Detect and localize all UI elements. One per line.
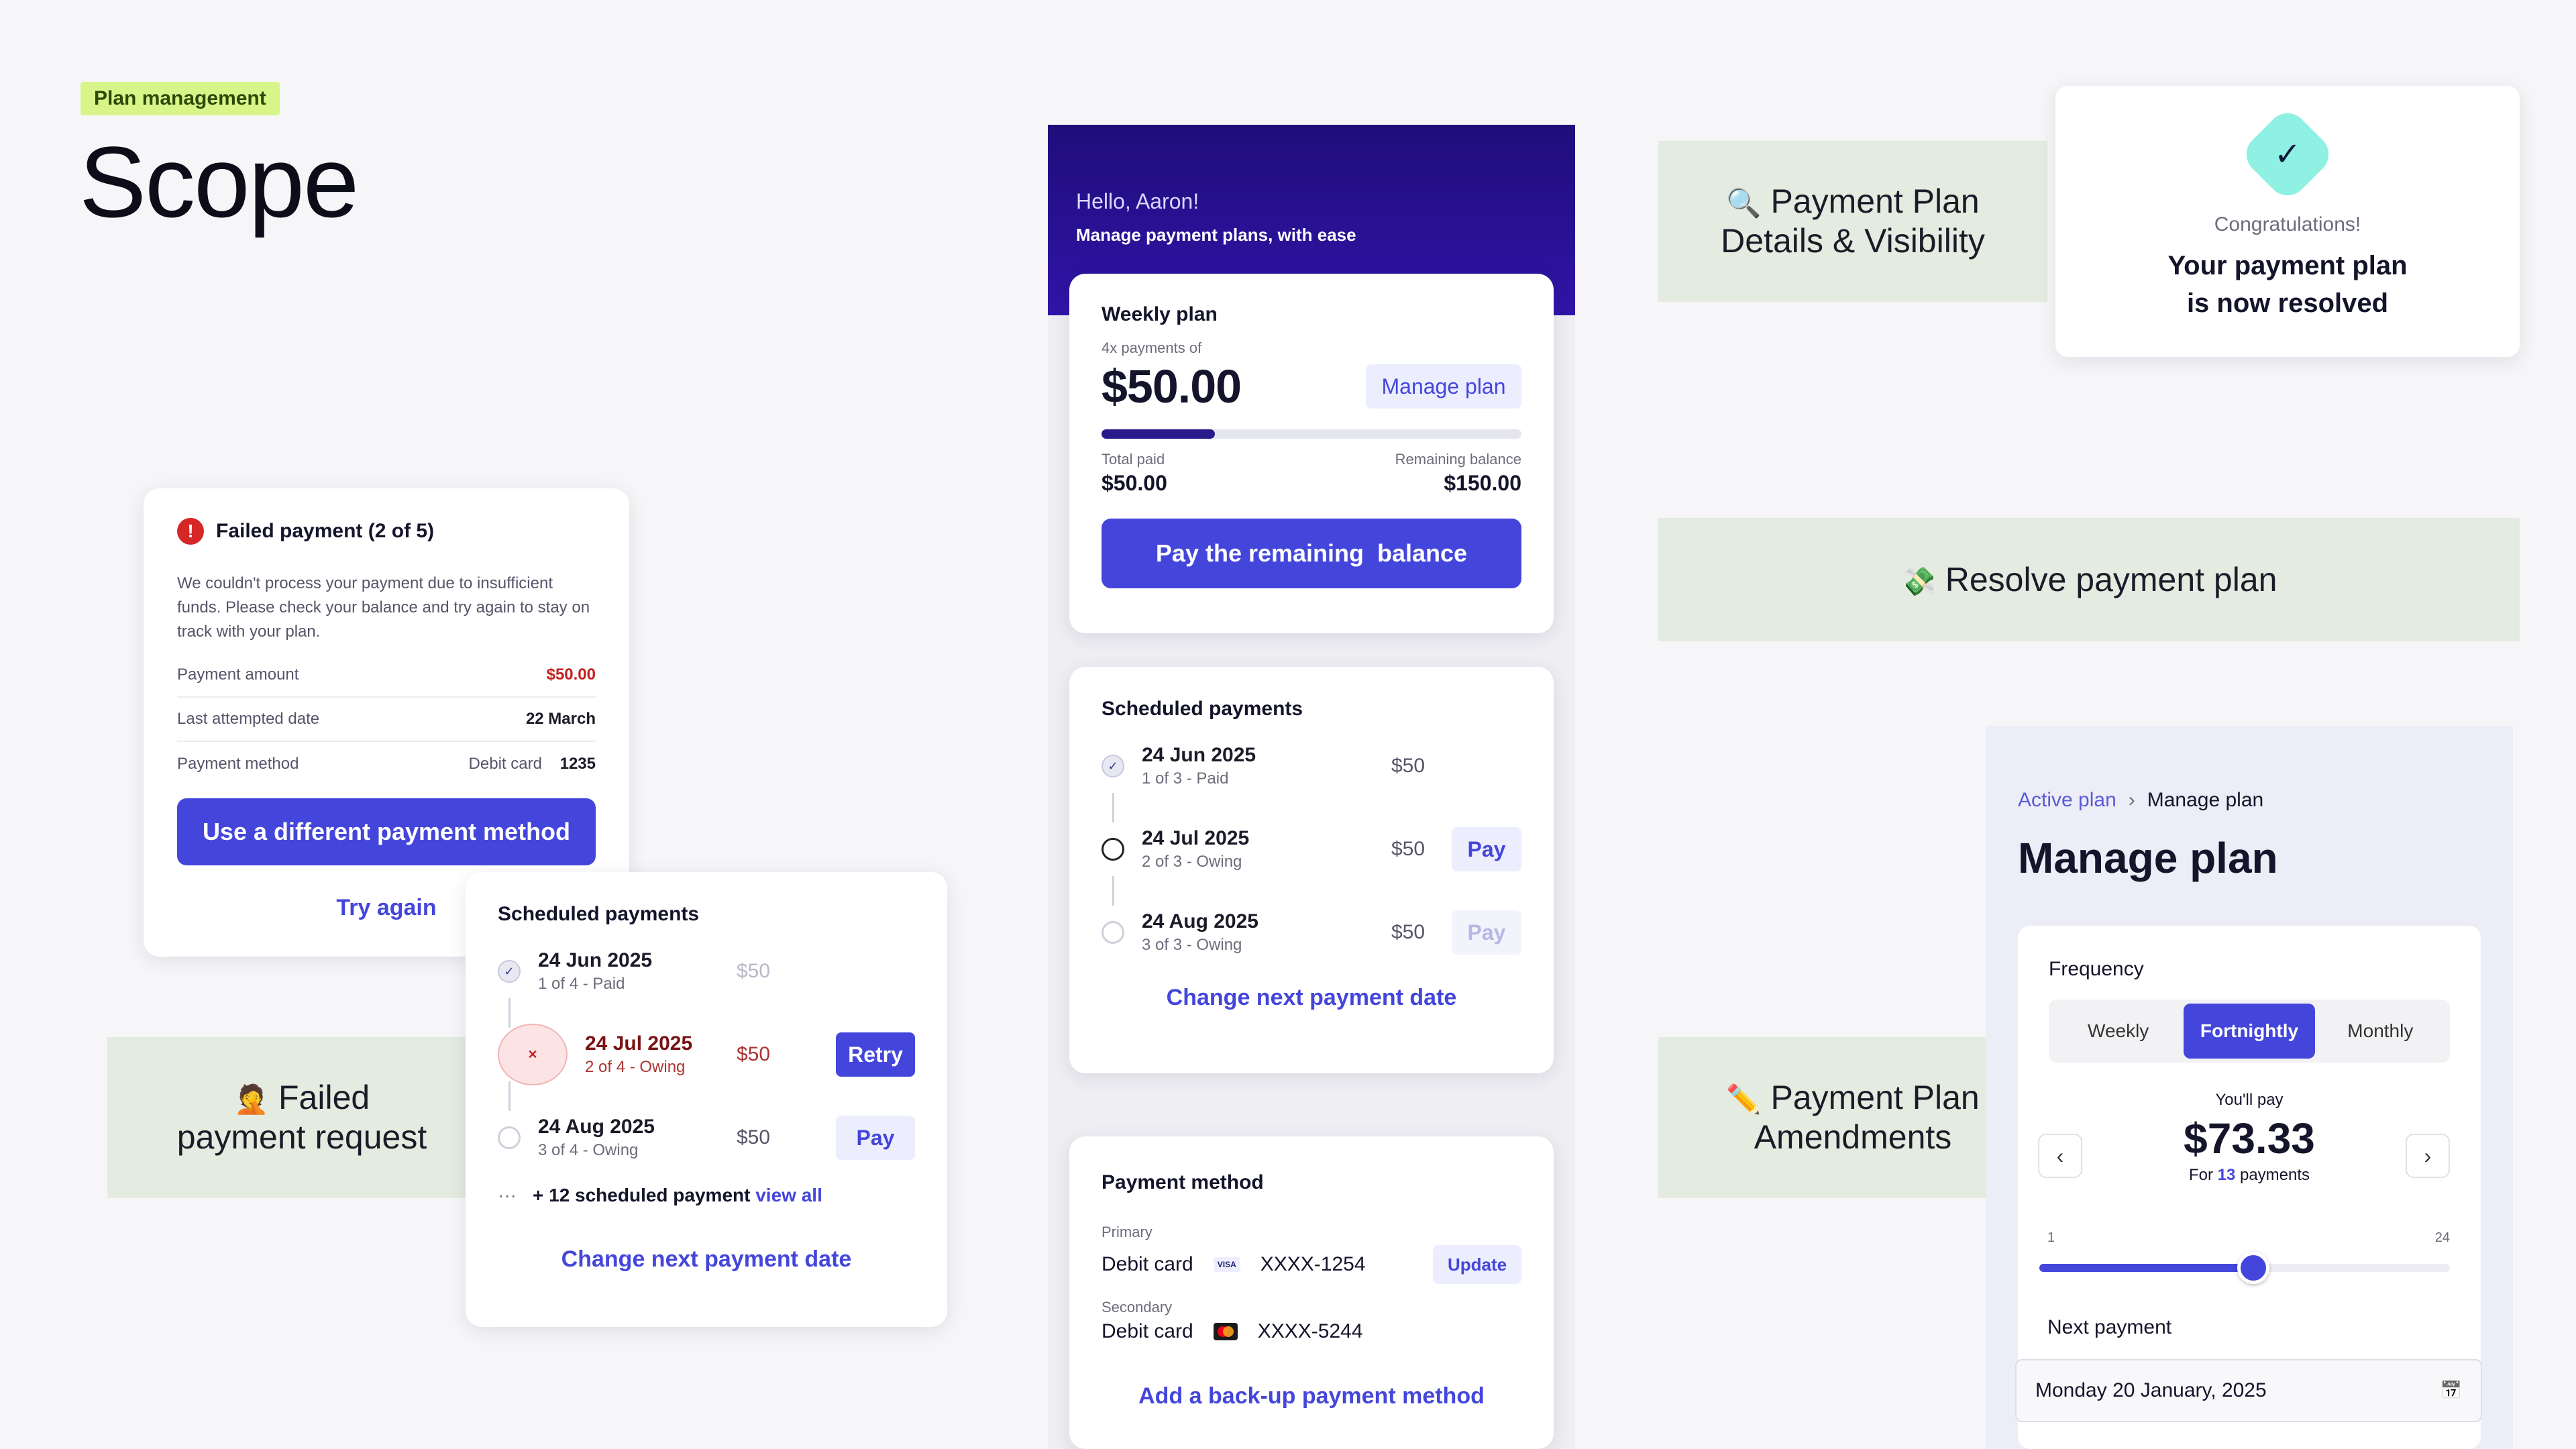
facepalm-icon: 🤦 <box>233 1083 270 1116</box>
label-payment-plan-details: 🔍 Payment Plan Details & Visibility <box>1658 141 2047 302</box>
magnifier-icon: 🔍 <box>1726 186 1762 219</box>
check-icon: ✓ <box>1102 755 1124 777</box>
failed-payment-title: Failed payment (2 of 5) <box>216 520 435 542</box>
change-next-payment-link[interactable]: Change next payment date <box>1167 985 1457 1010</box>
option-fortnightly[interactable]: Fortnightly <box>2184 1004 2315 1059</box>
money-wings-icon: 💸 <box>1900 564 1936 598</box>
manage-plan-title: Manage plan <box>2018 834 2278 882</box>
scheduled-payments-title: Scheduled payments <box>498 903 700 925</box>
pay-amount: $73.33 <box>2184 1114 2315 1163</box>
pay-button[interactable]: Pay <box>1452 827 1521 871</box>
timeline-connector <box>1112 876 1114 906</box>
more-dots-icon: ··· <box>498 1185 517 1205</box>
check-icon: ✓ <box>2273 136 2302 173</box>
view-all-link[interactable]: view all <box>755 1185 822 1205</box>
error-icon: ! <box>177 518 204 545</box>
failed-payment-header: ! Failed payment (2 of 5) <box>177 518 596 545</box>
success-badge: ✓ <box>2238 105 2337 204</box>
circle-icon <box>1102 838 1124 861</box>
chevron-right-icon: › <box>2128 789 2135 811</box>
calendar-icon: 📅 <box>2440 1381 2462 1401</box>
payment-row-failed: ✕ 24 Jul 2025 2 of 4 - Owing $50 Retry <box>498 1024 915 1085</box>
timeline-connector <box>508 998 511 1028</box>
update-button[interactable]: Update <box>1433 1245 1521 1284</box>
payment-row-owing: 24 Jul 2025 2 of 3 - Owing $50 Pay <box>1102 822 1521 876</box>
progress-fill <box>1102 429 1216 439</box>
change-next-payment-link[interactable]: Change next payment date <box>561 1246 852 1272</box>
slider-fill <box>2039 1264 2254 1272</box>
cross-icon: ✕ <box>498 1024 568 1085</box>
chevron-right-icon[interactable]: › <box>2406 1134 2450 1178</box>
last-attempted-row: Last attempted date 22 March <box>177 698 596 742</box>
option-weekly[interactable]: Weekly <box>2053 1004 2184 1059</box>
congrats-message: Your payment plan is now resolved <box>2167 251 2408 318</box>
visa-icon: VISA <box>1213 1257 1240 1272</box>
payment-amount-row: Payment amount $50.00 <box>177 653 596 698</box>
timeline-connector <box>508 1081 511 1111</box>
congrats-card: ✓ Congratulations! Your payment plan is … <box>2055 86 2520 357</box>
use-different-method-button[interactable]: Use a different payment method <box>177 798 596 865</box>
chevron-left-icon[interactable]: ‹ <box>2038 1134 2082 1178</box>
scheduled-payments-card: Scheduled payments ✓ 24 Jun 2025 1 of 3 -… <box>1069 667 1554 1073</box>
greeting: Hello, Aaron! <box>1076 189 1199 213</box>
payment-amount-value: $50.00 <box>546 665 596 684</box>
retry-button[interactable]: Retry <box>836 1032 915 1077</box>
circle-icon <box>1102 921 1124 944</box>
timeline-connector <box>1112 793 1114 822</box>
payment-row-paid: ✓ 24 Jun 2025 1 of 3 - Paid $50 <box>1102 739 1521 793</box>
section-tag: Plan management <box>80 82 280 115</box>
pay-button-disabled[interactable]: Pay <box>1452 910 1521 955</box>
try-again-link[interactable]: Try again <box>336 895 436 920</box>
option-monthly[interactable]: Monthly <box>2315 1004 2446 1059</box>
payment-row-paid: ✓ 24 Jun 2025 1 of 4 - Paid $50 <box>498 945 915 998</box>
payments-slider[interactable] <box>2039 1252 2450 1284</box>
payment-row-owing: 24 Aug 2025 3 of 3 - Owing $50 Pay <box>1102 906 1521 959</box>
payment-method-row: Payment method Debit card 1235 <box>177 755 596 773</box>
scheduled-payments-card-failed: Scheduled payments ✓ 24 Jun 2025 1 of 4 -… <box>466 872 947 1327</box>
pay-remaining-balance-button[interactable]: Pay the remaining balance <box>1102 519 1521 588</box>
pay-button[interactable]: Pay <box>836 1116 915 1160</box>
pencil-icon: ✏️ <box>1726 1083 1762 1116</box>
page-title: Scope <box>79 125 359 238</box>
payment-row-owing: 24 Aug 2025 3 of 4 - Owing $50 Pay <box>498 1111 915 1165</box>
breadcrumb-active-plan[interactable]: Active plan <box>2018 789 2116 812</box>
frequency-segmented-control: Weekly Fortnightly Monthly <box>2049 1000 2450 1063</box>
plan-amount: $50.00 <box>1102 360 1242 413</box>
tagline: Manage payment plans, with ease <box>1076 225 1356 245</box>
manage-plan-panel: Active plan › Manage plan Manage plan Fr… <box>1986 726 2513 1449</box>
card-brand-icon <box>1213 1323 1238 1340</box>
weekly-plan-card: Weekly plan 4x payments of $50.00 Manage… <box>1069 274 1554 633</box>
circle-icon <box>498 1126 521 1149</box>
weekly-plan-title: Weekly plan <box>1102 303 1218 325</box>
payment-method-card: Payment method Primary Debit card VISA X… <box>1069 1136 1554 1449</box>
breadcrumb: Active plan › Manage plan <box>2018 789 2264 812</box>
check-icon: ✓ <box>498 960 521 983</box>
manage-plan-button[interactable]: Manage plan <box>1366 364 1521 409</box>
failed-payment-description: We couldn't process your payment due to … <box>177 574 590 641</box>
next-payment-date-input[interactable]: Monday 20 January, 2025 📅 <box>2015 1359 2482 1422</box>
add-backup-method-link[interactable]: Add a back-up payment method <box>1138 1383 1485 1409</box>
label-failed-payment-request: 🤦 Failed payment request <box>107 1037 496 1198</box>
slider-handle[interactable] <box>2237 1252 2270 1284</box>
label-resolve-payment-plan: 💸 Resolve payment plan <box>1658 518 2520 641</box>
plan-progress-bar <box>1102 429 1521 439</box>
